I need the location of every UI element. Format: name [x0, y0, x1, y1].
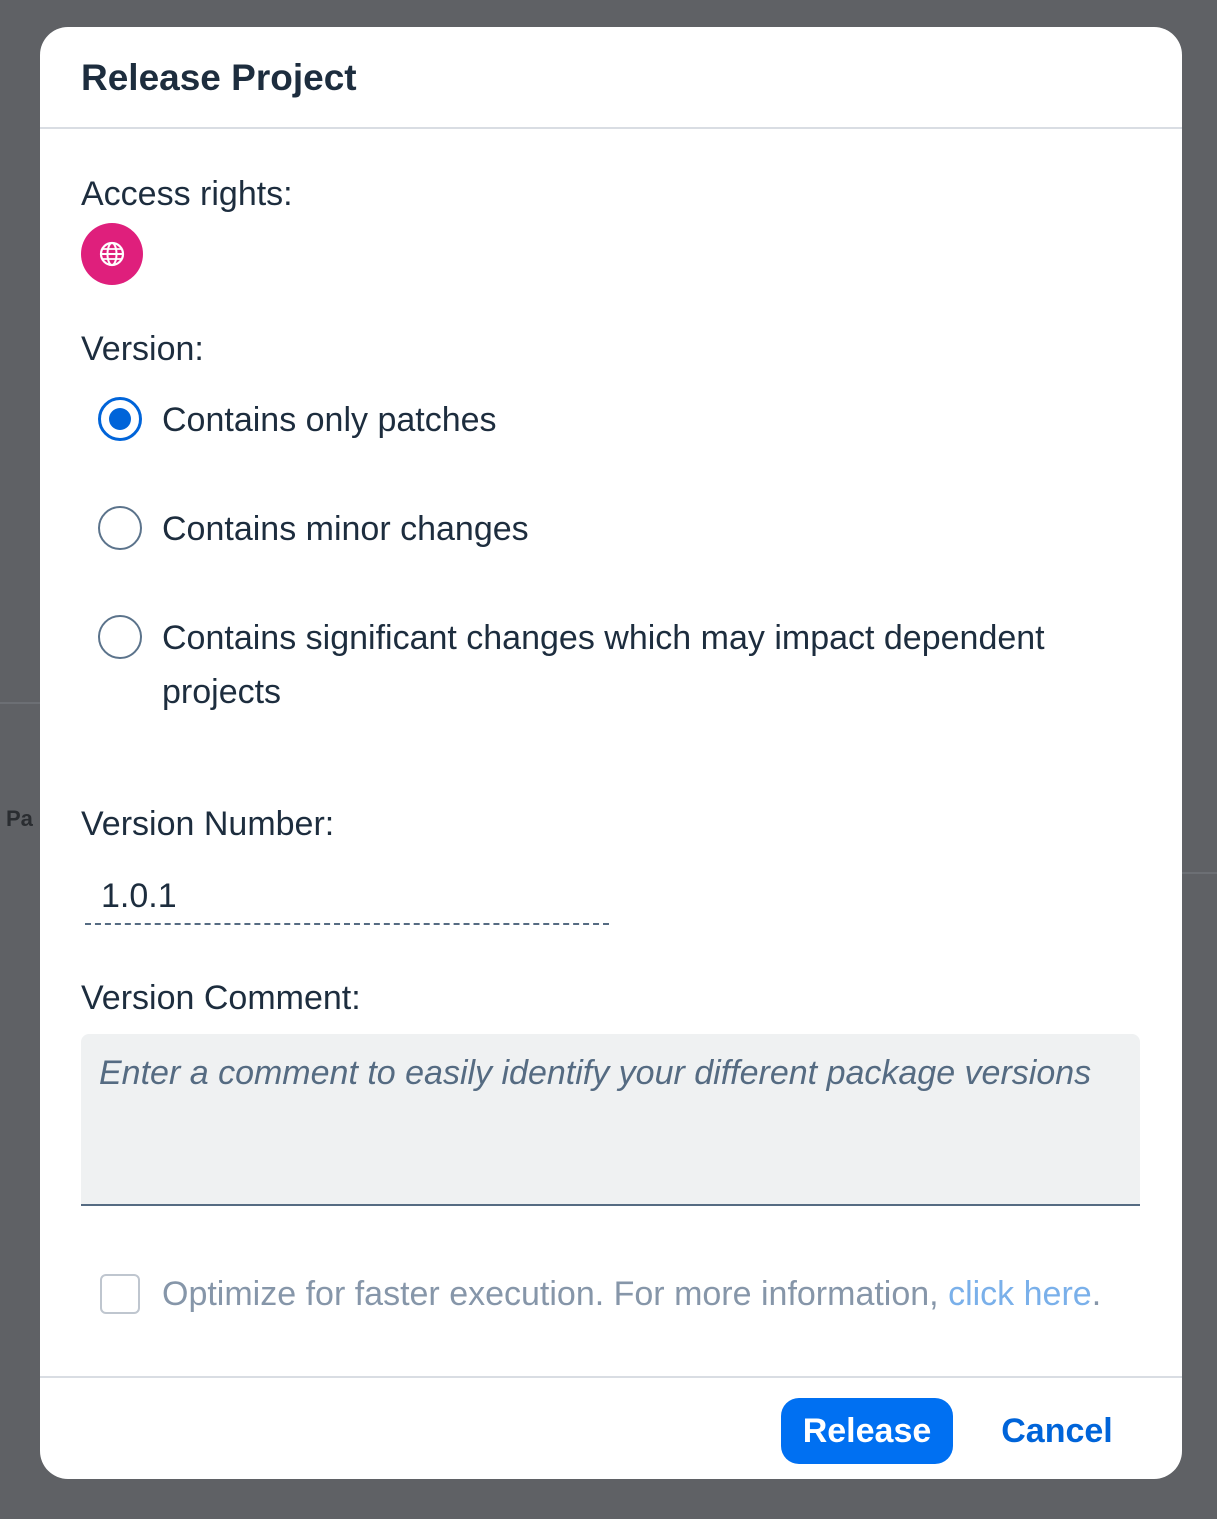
optimize-option: Optimize for faster execution. For more … [100, 1274, 1101, 1314]
release-project-dialog: Release Project Access rights: Version: … [40, 27, 1182, 1479]
version-label: Version: [81, 330, 204, 368]
dialog-title: Release Project [81, 57, 357, 98]
background-divider [0, 702, 40, 704]
version-option-patches[interactable]: Contains only patches [98, 397, 497, 447]
dialog-footer: Release Cancel [40, 1376, 1182, 1479]
radio-label-patches: Contains only patches [162, 401, 497, 439]
cancel-button[interactable]: Cancel [980, 1398, 1134, 1464]
background-divider [1182, 872, 1217, 874]
version-option-minor[interactable]: Contains minor changes [98, 506, 529, 556]
dialog-header: Release Project [40, 27, 1182, 129]
click-here-link[interactable]: click here [948, 1275, 1092, 1313]
radio-button-minor[interactable] [98, 506, 142, 550]
globe-icon [81, 223, 143, 285]
optimize-suffix: . [1091, 1274, 1102, 1313]
access-rights-label: Access rights: [81, 175, 293, 213]
version-number-input[interactable] [85, 869, 609, 925]
version-option-significant[interactable]: Contains significant changes which may i… [98, 615, 1092, 719]
optimize-label: Optimize for faster execution. For more … [162, 1275, 1101, 1314]
optimize-checkbox[interactable] [100, 1274, 140, 1314]
radio-button-significant[interactable] [98, 615, 142, 659]
radio-label-significant: Contains significant changes which may i… [162, 619, 1045, 711]
version-number-label: Version Number: [81, 805, 335, 843]
radio-label-minor: Contains minor changes [162, 510, 529, 548]
optimize-text: Optimize for faster execution. For more … [162, 1274, 949, 1313]
version-comment-label: Version Comment: [81, 979, 361, 1017]
version-comment-textarea[interactable]: Enter a comment to easily identify your … [81, 1034, 1140, 1206]
radio-button-patches[interactable] [98, 397, 142, 441]
release-button[interactable]: Release [781, 1398, 953, 1464]
background-text: Pa [6, 806, 33, 831]
